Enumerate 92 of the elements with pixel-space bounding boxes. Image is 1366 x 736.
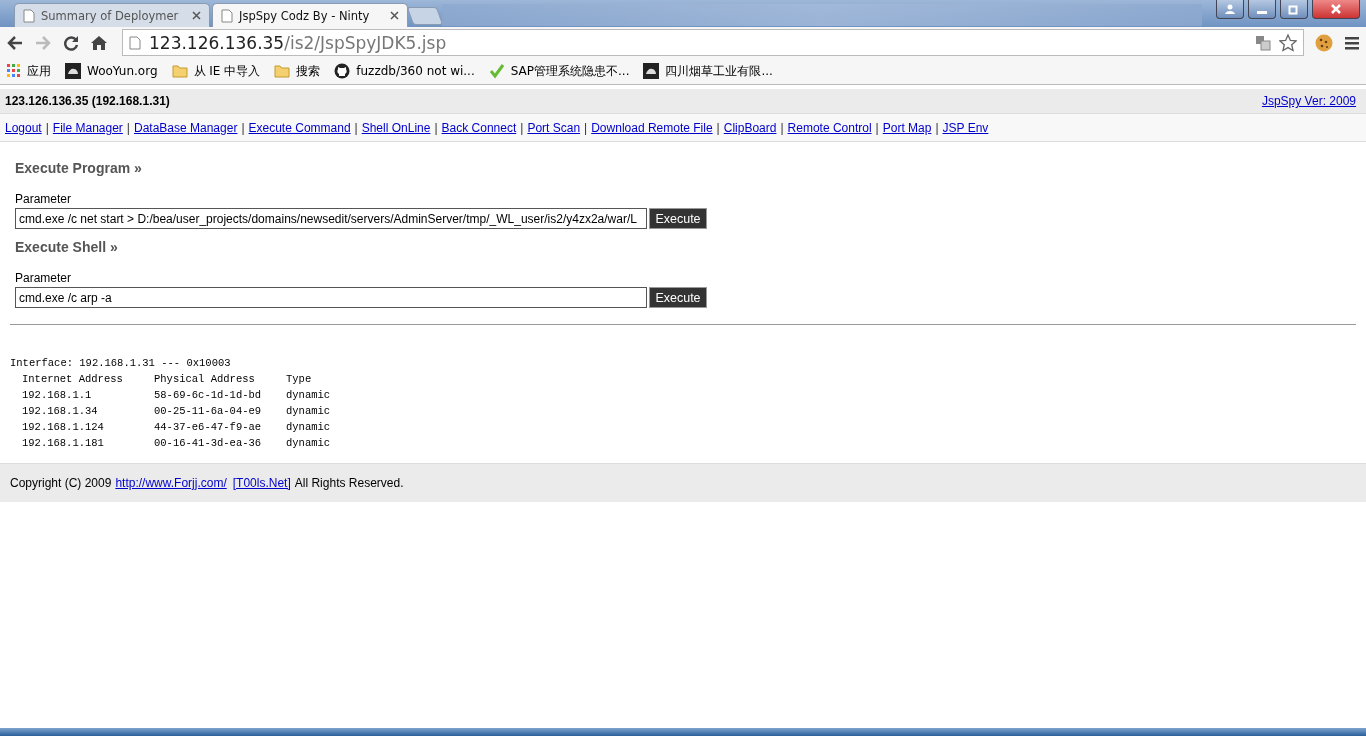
link-separator: | — [875, 120, 879, 135]
close-icon — [1330, 3, 1342, 15]
table-cell-text: dynamic — [286, 420, 332, 435]
page-icon — [129, 35, 141, 50]
host-text: 123.126.136.35 (192.168.1.31) — [5, 94, 170, 108]
browser-tab[interactable]: JspSpy Codz By - Ninty — [212, 3, 408, 27]
translate-icon[interactable] — [1255, 34, 1271, 51]
link-separator: | — [935, 120, 939, 135]
field-label: Parameter — [15, 192, 73, 206]
nav-link[interactable]: Execute Command — [248, 120, 351, 135]
page-icon — [221, 8, 233, 23]
link-separator: | — [520, 120, 524, 135]
link-separator: | — [584, 120, 588, 135]
link-separator: | — [354, 120, 358, 135]
apps-grid-icon — [7, 64, 21, 78]
folder-icon — [274, 64, 291, 78]
site-icon — [65, 63, 81, 79]
star-icon[interactable] — [1279, 33, 1297, 52]
nav-link[interactable]: Download Remote File — [591, 120, 713, 135]
link-separator: | — [716, 120, 720, 135]
input-field[interactable]: cmd.exe /c arp -a — [15, 287, 647, 308]
table-cell-text: 192.168.1.34 — [22, 404, 99, 419]
nav-link[interactable]: Logout — [5, 120, 42, 135]
link-separator: | — [780, 120, 784, 135]
nav-link[interactable]: File Manager — [52, 120, 123, 135]
user-button[interactable] — [1216, 0, 1244, 19]
field-label: Parameter — [15, 271, 73, 285]
table-cell-text: 192.168.1.181 — [22, 436, 105, 451]
copyright-text: Copyright (C) 2009 — [10, 476, 112, 490]
nav-link[interactable]: JSP Env — [942, 120, 989, 135]
close-icon[interactable] — [192, 11, 201, 20]
table-cell-text: 192.168.1.124 — [22, 420, 105, 435]
execute-button[interactable]: Execute — [649, 287, 707, 308]
check-icon — [488, 63, 505, 79]
nav-link[interactable]: Remote Control — [787, 120, 872, 135]
nav-link[interactable]: DataBase Manager — [134, 120, 238, 135]
table-cell-text: 58-69-6c-1d-1d-bd — [154, 388, 263, 403]
bookmark[interactable]: 从 IE 中导入 — [171, 62, 261, 80]
table-cell-text: dynamic — [286, 388, 332, 403]
close-button[interactable] — [1312, 0, 1360, 19]
maximize-icon — [1288, 3, 1300, 15]
menu-icon[interactable] — [1344, 34, 1360, 51]
address-bar[interactable]: 123.126.136.35/is2/JspSpyJDK5.jsp — [122, 29, 1304, 56]
output-line: Interface: 192.168.1.31 --- 0x10003 — [10, 356, 232, 371]
maximize-button[interactable] — [1280, 0, 1308, 19]
footer-link[interactable]: [T00ls.Net] — [232, 476, 291, 490]
link-separator: | — [434, 120, 438, 135]
bookmark[interactable]: 应用 — [7, 62, 51, 80]
nav-link[interactable]: Shell OnLine — [361, 120, 431, 135]
bookmark[interactable]: SAP管理系统隐患不... — [488, 62, 630, 80]
cookie-icon[interactable] — [1314, 32, 1334, 53]
nav-link[interactable]: Back Connect — [441, 120, 517, 135]
page-icon — [23, 8, 35, 23]
user-icon — [1224, 3, 1236, 15]
version-link[interactable]: JspSpy Ver: 2009 — [1261, 94, 1356, 108]
bookmark[interactable]: WooYun.org — [65, 63, 158, 79]
bookmark[interactable]: fuzzdb/360 not wi... — [334, 63, 475, 79]
nav-link[interactable]: Port Scan — [527, 120, 581, 135]
url-text: 123.126.136.35/is2/JspSpyJDK5.jsp — [149, 32, 447, 53]
site-icon — [643, 63, 660, 79]
bookmark[interactable]: 四川烟草工业有限... — [643, 62, 773, 80]
table-cell-text: dynamic — [286, 436, 332, 451]
column-header: Type — [286, 372, 313, 387]
table-cell-text: 00-16-41-3d-ea-36 — [154, 436, 263, 451]
new-tab-button[interactable] — [406, 7, 444, 25]
input-field[interactable]: cmd.exe /c net start > D:/bea/user_projects/domains/newsedit/servers/AdminServer/tmp/_WL_user/is2/y4zx2a/war/L — [15, 208, 647, 229]
home-icon[interactable] — [90, 33, 108, 52]
table-cell-text: dynamic — [286, 404, 332, 419]
link-separator: | — [126, 120, 130, 135]
table-cell-text: 44-37-e6-47-f9-ae — [154, 420, 263, 435]
column-header: Physical Address — [154, 372, 256, 387]
execute-button[interactable]: Execute — [649, 208, 707, 229]
minimize-button[interactable] — [1248, 0, 1276, 19]
rights-text: All Rights Reserved. — [294, 476, 404, 490]
nav-link[interactable]: Port Map — [882, 120, 932, 135]
column-header: Internet Address — [22, 372, 124, 387]
back-icon[interactable] — [6, 33, 24, 52]
nav-link[interactable]: ClipBoard — [723, 120, 777, 135]
browser-tab[interactable]: Summary of Deploymer — [14, 3, 210, 27]
cat-icon — [334, 63, 351, 79]
section-title: Execute Shell » — [15, 239, 119, 255]
link-separator: | — [45, 120, 49, 135]
reload-icon[interactable] — [62, 33, 80, 52]
section-title: Execute Program » — [15, 160, 143, 176]
bookmark[interactable]: 搜索 — [274, 62, 321, 80]
table-cell-text: 00-25-11-6a-04-e9 — [154, 404, 263, 419]
table-cell-text: 192.168.1.1 — [22, 388, 93, 403]
footer-link[interactable]: http://www.Forjj.com/ — [115, 476, 227, 490]
close-icon[interactable] — [390, 11, 399, 20]
folder-icon — [171, 64, 188, 78]
link-separator: | — [241, 120, 245, 135]
minimize-icon — [1257, 10, 1267, 14]
